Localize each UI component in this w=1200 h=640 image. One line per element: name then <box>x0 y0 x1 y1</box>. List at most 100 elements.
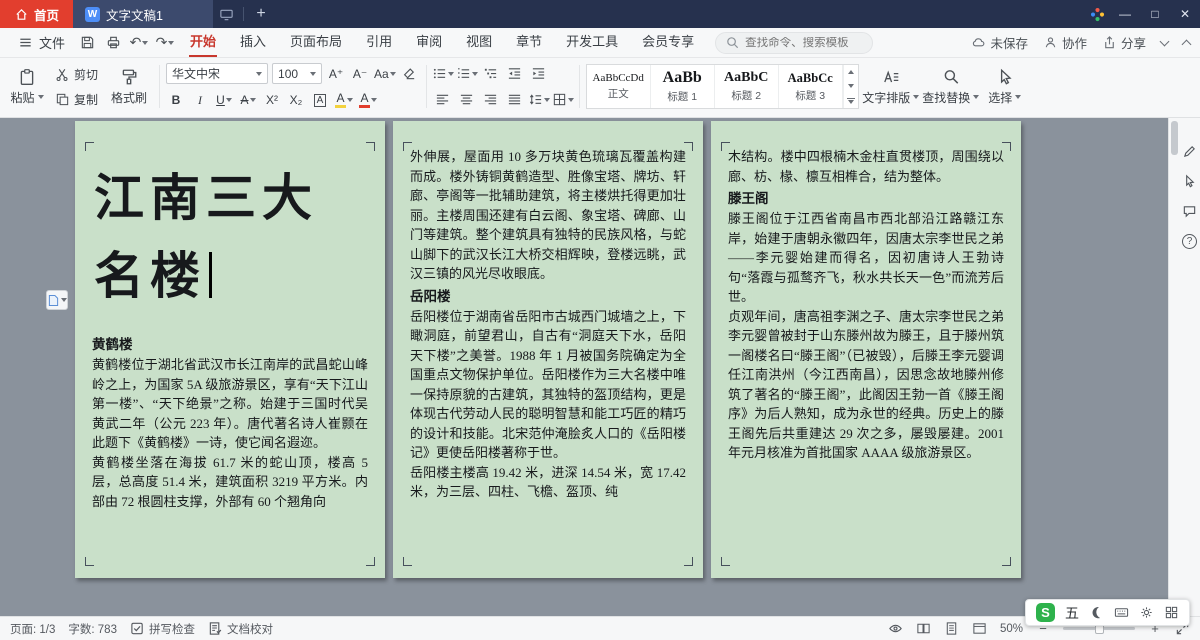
tab-references[interactable]: 引用 <box>355 28 403 58</box>
strikethrough-button[interactable]: A <box>238 90 258 110</box>
heading-tengwangge[interactable]: 滕王阁 <box>728 189 1004 209</box>
reading-view-icon[interactable] <box>916 621 931 636</box>
grow-font-button[interactable]: A⁺ <box>326 64 346 84</box>
shrink-font-button[interactable]: A⁻ <box>350 64 370 84</box>
tab-page-layout[interactable]: 页面布局 <box>279 28 353 58</box>
zoom-slider[interactable] <box>1063 627 1135 630</box>
grid-icon[interactable] <box>1164 605 1179 620</box>
annotate-pen-icon[interactable] <box>1182 144 1197 159</box>
italic-button[interactable]: I <box>190 90 210 110</box>
eye-protect-icon[interactable] <box>888 621 903 636</box>
change-case-button[interactable]: Aa <box>374 64 396 84</box>
numbered-list-button[interactable] <box>457 64 477 84</box>
page-1[interactable]: 江南三大名楼 黄鹤楼 黄鹤楼位于湖北省武汉市长江南岸的武昌蛇山峰岭之上，为国家 … <box>75 121 385 578</box>
document-tab[interactable]: W 文字文稿1 <box>73 0 213 28</box>
highlight-color-button[interactable]: A <box>334 90 354 110</box>
comment-icon[interactable] <box>1182 204 1197 219</box>
file-menu-button[interactable]: 文件 <box>10 33 73 52</box>
undo-dropdown-caret[interactable] <box>142 41 148 45</box>
heading-yueyanglou[interactable]: 岳阳楼 <box>410 287 686 307</box>
multilevel-list-button[interactable] <box>481 64 501 84</box>
superscript-button[interactable]: X² <box>262 90 282 110</box>
skin-center-button[interactable] <box>1084 0 1110 28</box>
format-painter-button[interactable]: 格式刷 <box>105 61 153 112</box>
select-button[interactable]: 选择 <box>983 61 1027 112</box>
command-search-box[interactable] <box>715 32 873 54</box>
tab-insert[interactable]: 插入 <box>229 28 277 58</box>
style-gallery-down-button[interactable] <box>843 79 858 93</box>
underline-button[interactable]: U <box>214 90 234 110</box>
save-button[interactable] <box>75 31 99 55</box>
paragraph[interactable]: 岳阳楼位于湖南省岳阳市古城西门城墙之上，下瞰洞庭，前望君山，自古有“洞庭天下水，… <box>410 307 686 463</box>
font-size-select[interactable]: 100 <box>272 63 322 84</box>
web-view-icon[interactable] <box>972 621 987 636</box>
ime-toolbar[interactable]: S 五 <box>1025 599 1190 626</box>
maximize-button[interactable]: □ <box>1140 0 1170 28</box>
paragraph[interactable]: 木结构。楼中四根楠木金柱直贯楼顶，周围绕以廊、枋、椽、檩互相榫合，结为整体。 <box>728 147 1004 186</box>
minimize-button[interactable]: — <box>1110 0 1140 28</box>
paragraph[interactable]: 外伸展，屋面用 10 多万块黄色琉璃瓦覆盖构建而成。楼外铸铜黄鹤造型、胜像宝塔、… <box>410 147 686 284</box>
print-button[interactable] <box>101 31 125 55</box>
vertical-scrollbar[interactable] <box>1169 118 1179 616</box>
subscript-button[interactable]: X₂ <box>286 90 306 110</box>
redo-button[interactable]: ↷ <box>153 31 177 55</box>
search-input[interactable] <box>745 37 869 49</box>
text-layout-caret[interactable] <box>913 95 919 99</box>
font-family-select[interactable]: 华文中宋 <box>166 63 268 84</box>
page-margin-tool[interactable] <box>46 290 68 310</box>
align-center-button[interactable] <box>457 90 477 110</box>
tab-review[interactable]: 审阅 <box>405 28 453 58</box>
share-button[interactable]: 分享 <box>1102 33 1146 52</box>
tab-home[interactable]: 开始 <box>179 28 227 58</box>
home-tab[interactable]: 首页 <box>0 0 73 28</box>
moon-icon[interactable] <box>1089 605 1104 620</box>
clear-format-button[interactable] <box>400 64 420 84</box>
cut-button[interactable]: 剪切 <box>52 65 101 84</box>
collapse-ribbon-chevron[interactable] <box>1182 39 1192 49</box>
page-2[interactable]: 外伸展，屋面用 10 多万块黄色琉璃瓦覆盖构建而成。楼外铸铜黄鹤造型、胜像宝塔、… <box>393 121 703 578</box>
close-button[interactable]: ✕ <box>1170 0 1200 28</box>
increase-indent-button[interactable] <box>529 64 549 84</box>
doc-proof-button[interactable]: 文档校对 <box>208 621 273 637</box>
heading-huanghelou[interactable]: 黄鹤楼 <box>92 335 368 355</box>
ime-wubi-mode[interactable]: 五 <box>1065 603 1079 623</box>
font-color-button[interactable]: A <box>358 90 378 110</box>
select-tool-icon[interactable] <box>1182 174 1197 189</box>
keyboard-icon[interactable] <box>1114 605 1129 620</box>
align-left-button[interactable] <box>433 90 453 110</box>
document-canvas[interactable]: 江南三大名楼 黄鹤楼 黄鹤楼位于湖北省武汉市长江南岸的武昌蛇山峰岭之上，为国家 … <box>0 118 1168 616</box>
style-normal[interactable]: AaBbCcDd 正文 <box>587 65 651 108</box>
borders-button[interactable] <box>553 90 573 110</box>
paragraph[interactable]: 滕王阁位于江西省南昌市西北部沿江路赣江东岸，始建于唐朝永徽四年，因唐太宗李世民之… <box>728 209 1004 307</box>
zoom-level[interactable]: 50% <box>1000 623 1023 635</box>
bold-button[interactable]: B <box>166 90 186 110</box>
style-gallery-more-button[interactable] <box>843 94 858 108</box>
tab-member[interactable]: 会员专享 <box>631 28 705 58</box>
more-menu-chevron[interactable] <box>1160 36 1170 46</box>
screen-sync-button[interactable] <box>213 0 239 28</box>
align-right-button[interactable] <box>481 90 501 110</box>
bullet-list-button[interactable] <box>433 64 453 84</box>
style-heading-2[interactable]: AaBbC 标题 2 <box>715 65 779 108</box>
paragraph[interactable]: 黄鹤楼坐落在海拔 61.7 米的蛇山顶，楼高 5 层，总高度 51.4 米，建筑… <box>92 453 368 512</box>
style-gallery-up-button[interactable] <box>843 65 858 79</box>
settings-gear-icon[interactable] <box>1139 605 1154 620</box>
paste-button[interactable]: 粘贴 <box>6 61 48 112</box>
spell-check-button[interactable]: 拼写检查 <box>130 621 195 637</box>
char-border-button[interactable]: A <box>310 90 330 110</box>
style-heading-1[interactable]: AaBb 标题 1 <box>651 65 715 108</box>
find-replace-caret[interactable] <box>973 95 979 99</box>
redo-dropdown-caret[interactable] <box>168 41 174 45</box>
select-caret[interactable] <box>1015 95 1021 99</box>
help-icon[interactable]: ? <box>1182 234 1197 249</box>
copy-button[interactable]: 复制 <box>52 90 101 109</box>
text-layout-button[interactable]: 文字排版 <box>863 61 919 112</box>
save-status-button[interactable]: 未保存 <box>971 33 1028 52</box>
sogou-logo-icon[interactable]: S <box>1036 603 1055 622</box>
tab-section[interactable]: 章节 <box>505 28 553 58</box>
page-3[interactable]: 木结构。楼中四根楠木金柱直贯楼顶，周围绕以廊、枋、椽、檩互相榫合，结为整体。 滕… <box>711 121 1021 578</box>
word-count[interactable]: 字数: 783 <box>68 621 117 637</box>
justify-button[interactable] <box>505 90 525 110</box>
scrollbar-thumb[interactable] <box>1171 121 1178 155</box>
line-spacing-button[interactable] <box>529 90 549 110</box>
